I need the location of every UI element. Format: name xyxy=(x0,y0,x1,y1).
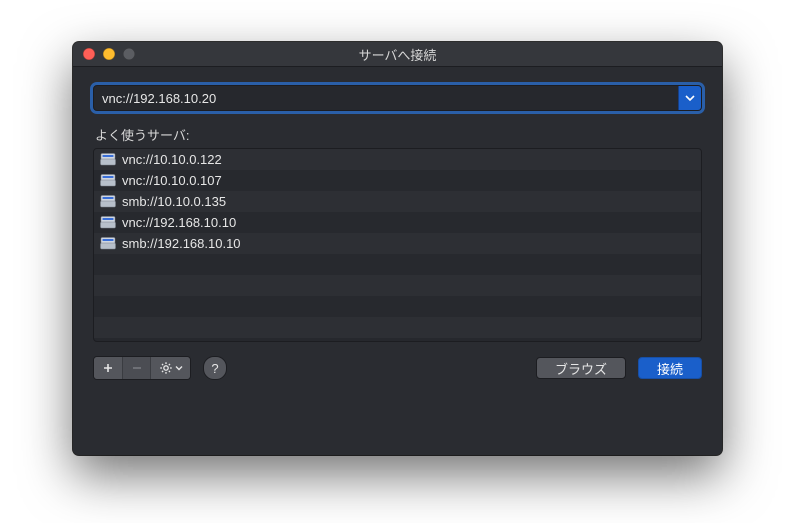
list-edit-segment xyxy=(93,356,191,380)
window-body: よく使うサーバ: vnc://10.10.0.122 vnc://10.10.0… xyxy=(73,67,722,396)
zoom-icon xyxy=(123,48,135,60)
list-item xyxy=(94,254,701,275)
history-dropdown-button[interactable] xyxy=(678,86,701,110)
server-icon xyxy=(100,195,116,208)
action-menu-button[interactable] xyxy=(150,357,190,379)
list-item xyxy=(94,317,701,338)
server-icon xyxy=(100,216,116,229)
help-button[interactable]: ? xyxy=(203,356,227,380)
server-icon xyxy=(100,153,116,166)
list-item[interactable]: smb://10.10.0.135 xyxy=(94,191,701,212)
close-icon[interactable] xyxy=(83,48,95,60)
list-item[interactable]: smb://192.168.10.10 xyxy=(94,233,701,254)
connect-button[interactable]: 接続 xyxy=(638,357,702,379)
chevron-down-icon xyxy=(175,364,183,372)
list-item-label: vnc://10.10.0.122 xyxy=(122,152,222,167)
list-item[interactable]: vnc://10.10.0.122 xyxy=(94,149,701,170)
server-address-combo[interactable] xyxy=(93,85,702,111)
chevron-down-icon xyxy=(685,93,695,103)
window-title: サーバへ接続 xyxy=(73,45,722,64)
remove-button xyxy=(122,357,150,379)
gear-icon xyxy=(159,361,173,375)
favorites-label: よく使うサーバ: xyxy=(95,125,700,144)
list-item-label: vnc://192.168.10.10 xyxy=(122,215,236,230)
minus-icon xyxy=(131,362,143,374)
list-item xyxy=(94,296,701,317)
minimize-icon[interactable] xyxy=(103,48,115,60)
list-item[interactable]: vnc://10.10.0.107 xyxy=(94,170,701,191)
list-item-label: smb://192.168.10.10 xyxy=(122,236,241,251)
titlebar[interactable]: サーバへ接続 xyxy=(73,42,722,67)
favorites-list[interactable]: vnc://10.10.0.122 vnc://10.10.0.107 smb:… xyxy=(93,148,702,342)
list-item-label: smb://10.10.0.135 xyxy=(122,194,226,209)
list-item-label: vnc://10.10.0.107 xyxy=(122,173,222,188)
list-item[interactable]: vnc://192.168.10.10 xyxy=(94,212,701,233)
add-button[interactable] xyxy=(94,357,122,379)
list-item xyxy=(94,275,701,296)
plus-icon xyxy=(102,362,114,374)
connect-to-server-window: サーバへ接続 よく使うサーバ: vnc://10.10.0.122 vnc://… xyxy=(73,42,722,455)
server-icon xyxy=(100,174,116,187)
server-icon xyxy=(100,237,116,250)
browse-button[interactable]: ブラウズ xyxy=(536,357,626,379)
traffic-lights xyxy=(83,48,135,60)
footer: ? ブラウズ 接続 xyxy=(93,356,702,380)
server-address-input[interactable] xyxy=(94,86,678,110)
